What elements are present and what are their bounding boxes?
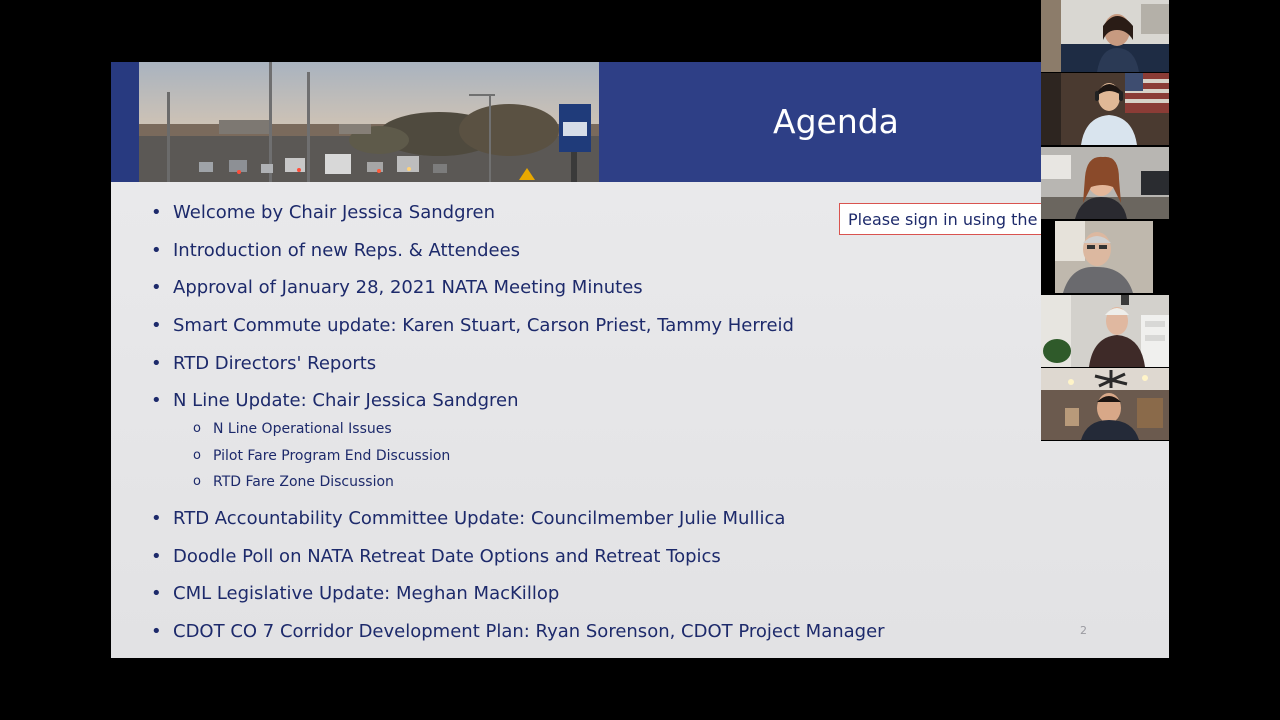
agenda-item-text: RTD Directors' Reports <box>173 353 377 374</box>
bullet: • <box>151 621 162 642</box>
participant-video-icon <box>1041 73 1169 145</box>
participant-tile[interactable] <box>1041 221 1169 293</box>
bullet: • <box>151 202 162 223</box>
participant-tile[interactable] <box>1041 73 1169 145</box>
bullet: • <box>151 390 162 411</box>
participant-tile[interactable] <box>1041 368 1169 440</box>
participant-gallery <box>1041 0 1169 441</box>
presentation-slide: Agenda • Welcome by Chair Jessica Sandgr… <box>111 62 1169 658</box>
sub-bullet: o <box>193 474 201 489</box>
agenda-sub-item-text: RTD Fare Zone Discussion <box>213 474 394 490</box>
agenda-item-text: Doodle Poll on NATA Retreat Date Options… <box>173 546 721 567</box>
page-number: 2 <box>1080 624 1087 637</box>
bullet: • <box>151 546 162 567</box>
bullet: • <box>151 508 162 529</box>
bullet: • <box>151 315 162 336</box>
participant-video-icon <box>1041 295 1169 367</box>
agenda-item-text: Welcome by Chair Jessica Sandgren <box>173 202 495 223</box>
bullet: • <box>151 240 162 261</box>
bullet: • <box>151 583 162 604</box>
agenda-sub-item-text: N Line Operational Issues <box>213 421 392 437</box>
agenda-item-text: Introduction of new Reps. & Attendees <box>173 240 521 261</box>
agenda-item-text: RTD Accountability Committee Update: Cou… <box>173 508 786 529</box>
sign-in-notice-text: Please sign in using the <box>848 210 1038 229</box>
participant-video-icon <box>1041 368 1169 440</box>
agenda-item-text: CML Legislative Update: Meghan MacKillop <box>173 583 560 604</box>
agenda-item-text: Approval of January 28, 2021 NATA Meetin… <box>173 277 643 298</box>
agenda-item-text: N Line Update: Chair Jessica Sandgren <box>173 390 519 411</box>
sub-bullet: o <box>193 448 201 463</box>
participant-video-icon <box>1041 221 1169 293</box>
participant-tile[interactable] <box>1041 295 1169 367</box>
agenda-item-text: CDOT CO 7 Corridor Development Plan: Rya… <box>173 621 885 642</box>
participant-tile[interactable] <box>1041 0 1169 72</box>
agenda-sub-item-text: Pilot Fare Program End Discussion <box>213 448 451 464</box>
bullet: • <box>151 277 162 298</box>
agenda-item-text: Smart Commute update: Karen Stuart, Cars… <box>173 315 794 336</box>
agenda-list: • Welcome by Chair Jessica Sandgren • In… <box>111 62 1169 658</box>
bullet: • <box>151 353 162 374</box>
participant-video-icon <box>1041 147 1169 219</box>
sub-bullet: o <box>193 421 201 436</box>
participant-video-icon <box>1041 0 1169 72</box>
participant-tile[interactable] <box>1041 147 1169 219</box>
